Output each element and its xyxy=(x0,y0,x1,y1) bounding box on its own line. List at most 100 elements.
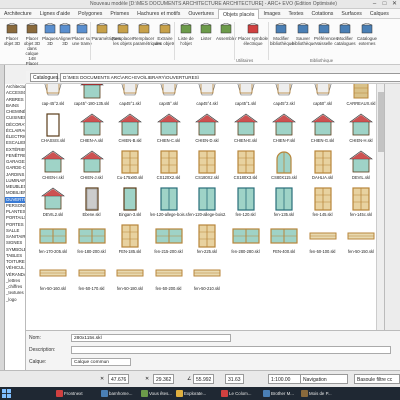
library-item[interactable]: fen-50-200.skl xyxy=(150,259,188,294)
ribbon-button-3[interactable]: Aligner 3D xyxy=(58,21,72,61)
ribbon-button-11[interactable]: Assembler xyxy=(216,21,237,61)
navigation-select[interactable]: Navigation xyxy=(300,374,348,384)
library-item[interactable]: fen-50-170.skl xyxy=(73,259,111,294)
tree-item[interactable]: PORTAILS xyxy=(5,215,25,221)
scale-select[interactable]: 1:100.00 xyxy=(268,374,302,384)
tab-3[interactable]: Prismes xyxy=(106,9,133,19)
tab-4[interactable]: Hachures et motifs xyxy=(133,9,184,19)
ribbon-button-6[interactable]: Remplacer les objets xyxy=(112,21,133,61)
tab-10[interactable]: Surfaces xyxy=(337,9,365,19)
library-item[interactable]: fen-120.skl xyxy=(227,185,265,220)
catalogue-path-select[interactable]: D:\MES DOCUMENTS ARC\ARC+EVO\LIBRARY\OUV… xyxy=(60,73,400,82)
tab-11[interactable]: Calques xyxy=(366,9,393,19)
library-item[interactable]: fen-180-200.skl xyxy=(73,222,111,257)
x-coord-value[interactable]: 47.676 xyxy=(108,374,130,384)
y-coord-value[interactable]: 29.362 xyxy=(153,374,175,384)
description-field[interactable] xyxy=(71,346,391,354)
tree-item[interactable]: CUISINES xyxy=(5,115,25,121)
library-item[interactable]: CHIEN-F.skl xyxy=(265,111,303,146)
tree-item[interactable]: VÉHICULES xyxy=(5,265,25,271)
taskbar-item[interactable]: Vous êtes... xyxy=(140,388,172,399)
tree-item[interactable]: ESCALIERS xyxy=(5,140,25,146)
filter-select[interactable]: Basoule filtre cc xyxy=(354,374,400,384)
tree-item[interactable]: ACCESSOIRES xyxy=(5,90,25,96)
tab-2[interactable]: Polygones xyxy=(74,9,106,19)
tree-item[interactable]: EXTÉRIEURS xyxy=(5,147,25,153)
length-value[interactable]: 31.63 xyxy=(225,374,244,384)
windows-start-icon[interactable] xyxy=(2,389,11,398)
library-item[interactable]: fen-135.skl xyxy=(265,185,303,220)
library-item[interactable]: CHIEN-J.skl xyxy=(73,148,111,183)
library-item[interactable]: cap45°1.skl xyxy=(227,84,265,109)
ribbon-button-7[interactable]: Remplacer paramétriques xyxy=(133,21,161,61)
ribbon-button-8[interactable]: Extraire des objets xyxy=(154,21,176,61)
library-grid[interactable]: cap-45°2.skl cap45°-180-135.skl cap45°1.sk… xyxy=(26,84,376,330)
library-item[interactable]: fen-50-160.skl xyxy=(34,259,72,294)
library-item[interactable]: CS180X3.skl xyxy=(227,148,265,183)
library-item[interactable]: CHIEN-D.skl xyxy=(188,111,226,146)
library-item[interactable]: Cu-175x80.skl xyxy=(111,148,149,183)
library-item[interactable]: fen-120-allege-bois.skl xyxy=(150,185,188,220)
tab-6[interactable]: Objets placés xyxy=(218,9,260,19)
minimize-button[interactable]: – xyxy=(370,1,379,8)
library-item[interactable]: fen-215-200.skl xyxy=(150,222,188,257)
ribbon-button-5[interactable]: Paramétriques xyxy=(92,21,121,61)
tree-item[interactable]: _textures xyxy=(5,290,25,296)
ribbon-button-16[interactable]: Modifier catalogues xyxy=(334,21,356,61)
tree-item[interactable]: GARDE-CORPS xyxy=(5,165,25,171)
ribbon-button-9[interactable]: Liste de l'objet xyxy=(176,21,196,61)
ribbon-button-4[interactable]: Placer sur une trame xyxy=(72,21,92,61)
library-item[interactable]: cap45°.skl xyxy=(150,84,188,109)
library-item[interactable]: CHASSIS.skl xyxy=(34,111,72,146)
layer-field[interactable]: Calque commun xyxy=(71,358,131,366)
library-tree[interactable]: ArchitectureACCESSOIRESARBRESBAINSCHEMIN… xyxy=(5,84,26,370)
taskbar-item[interactable]: Explorate... xyxy=(175,388,206,399)
library-item[interactable]: fen-145.skl xyxy=(304,185,342,220)
library-item[interactable]: CHIEN-A.skl xyxy=(73,111,111,146)
library-item[interactable]: CS180X2.skl xyxy=(188,148,226,183)
tree-item[interactable]: JARDINS xyxy=(5,172,25,178)
ribbon-button-15[interactable]: Préférences Vaisselle xyxy=(314,21,338,61)
library-item[interactable]: fen-50-100.skl xyxy=(304,222,342,257)
library-item[interactable]: fen-50-150.skl xyxy=(342,222,376,257)
close-button[interactable]: ✕ xyxy=(390,1,399,8)
tab-7[interactable]: Images xyxy=(259,9,284,19)
ribbon-button-12[interactable]: Placer symbole électrique xyxy=(236,21,270,61)
library-item[interactable]: CHIEN-G.skl xyxy=(304,111,342,146)
ribbon-button-17[interactable]: Catalogue externes xyxy=(356,21,378,61)
tree-item[interactable]: ARBRES xyxy=(5,97,25,103)
taskbar-item[interactable]: barnhome... xyxy=(100,388,132,399)
library-item[interactable]: fen-225.skl xyxy=(188,222,226,257)
ribbon-button-0[interactable]: Placer objet 3D xyxy=(2,21,22,61)
ribbon-button-13[interactable]: Modifier bibliothèque xyxy=(270,21,294,61)
tree-item[interactable]: _logo xyxy=(5,297,25,303)
library-item[interactable]: CHIEN-H.skl xyxy=(342,111,376,146)
library-item[interactable]: Ebene.skl xyxy=(73,185,111,220)
library-item[interactable]: cap45°-180-135.skl xyxy=(73,84,111,109)
name-field[interactable]: 280x115s.skl xyxy=(71,334,231,342)
library-item[interactable]: Eingan-3.skl xyxy=(111,185,149,220)
library-item[interactable]: fen-50-210.skl xyxy=(188,259,226,294)
library-item[interactable]: FEN-185.skl xyxy=(111,222,149,257)
library-item[interactable]: CS80X115.skl xyxy=(265,148,303,183)
tree-item[interactable]: VÉRANDAS xyxy=(5,272,25,278)
library-item[interactable]: DEVIL.skl xyxy=(342,148,376,183)
tab-5[interactable]: Ouvertures xyxy=(184,9,218,19)
tree-item[interactable]: PORTES xyxy=(5,222,25,228)
angle-value[interactable]: 55.992 xyxy=(193,374,215,384)
library-item[interactable]: cap45°4.skl xyxy=(188,84,226,109)
library-item[interactable]: CHIEN-B.skl xyxy=(111,111,149,146)
library-item[interactable]: cap45°1.skl xyxy=(111,84,149,109)
ribbon-button-10[interactable]: Lister xyxy=(196,21,216,61)
library-item[interactable]: fen-50-180.skl xyxy=(111,259,149,294)
taskbar-item[interactable]: Frontnext xyxy=(55,388,83,399)
ribbon-button-14[interactable]: Sauver bibliothèque xyxy=(292,21,316,61)
library-item[interactable]: DEVIL2.skl xyxy=(34,185,72,220)
tab-1[interactable]: Lignes d'aide xyxy=(36,9,74,19)
tree-item[interactable]: SYMBOLES xyxy=(5,247,25,253)
tab-0[interactable]: Architecture xyxy=(0,9,36,19)
tree-item[interactable]: DÉCORATION xyxy=(5,122,25,128)
library-item[interactable]: CARREAUX.skl xyxy=(342,84,376,109)
tab-9[interactable]: Cotations xyxy=(307,9,337,19)
ribbon-button-1[interactable]: Placer objet 3D dans calque 148 Placer xyxy=(22,21,42,66)
